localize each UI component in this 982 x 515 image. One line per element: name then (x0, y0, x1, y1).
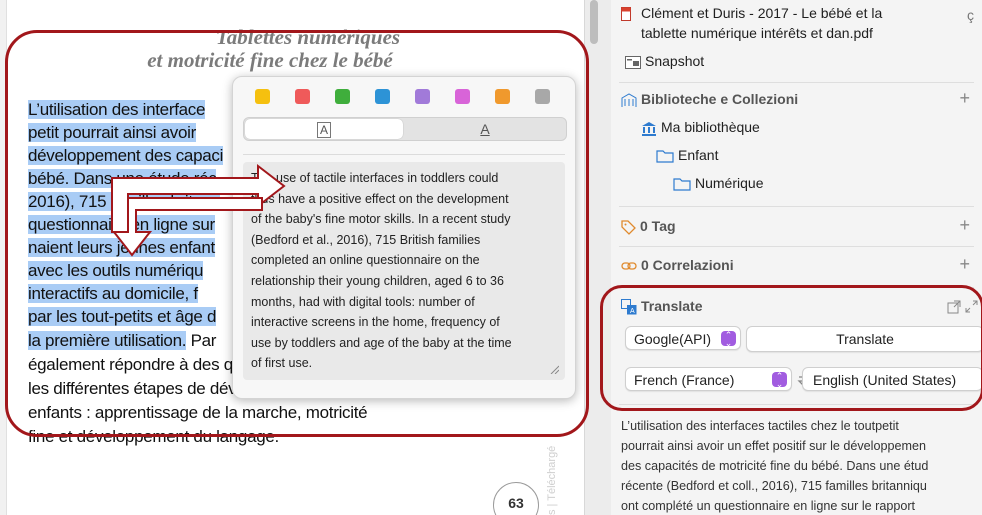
section-separator (619, 82, 974, 83)
library-item[interactable]: Ma bibliothèque (641, 119, 760, 136)
section-separator (619, 246, 974, 247)
snapshot-icon (625, 55, 641, 69)
snapshot-item[interactable]: Snapshot (625, 53, 704, 69)
pdf-attachment-name-line1: Clément et Duris - 2017 - Le bébé et la (641, 5, 883, 21)
pdf-file-icon (621, 7, 631, 21)
result-line: récente (Bedford et coll., 2016), 715 fa… (621, 479, 927, 493)
add-collection-button[interactable]: + (959, 88, 970, 109)
link-icon (621, 262, 637, 270)
collection-item-numerique[interactable]: Numérique (673, 175, 763, 191)
scrollbar-thumb[interactable] (590, 0, 598, 44)
library-icon (642, 121, 656, 136)
result-line: des capacités de motricité fine du bébé.… (621, 459, 929, 473)
translate-result-text: L’utilisation des interfaces tactiles ch… (621, 416, 982, 515)
tag-icon (621, 220, 636, 235)
pdf-attachment[interactable]: Clément et Duris - 2017 - Le bébé et la (621, 5, 883, 21)
collections-icon (621, 93, 637, 107)
result-line: ont complété un questionnaire en ligne s… (621, 499, 916, 513)
collections-header[interactable]: Biblioteche e Collezioni (621, 91, 798, 108)
collection-item-enfant[interactable]: Enfant (656, 147, 718, 163)
add-related-button[interactable]: + (959, 254, 970, 275)
library-label: Ma bibliothèque (661, 119, 760, 135)
annotation-frame-right (600, 285, 982, 411)
page-number: 63 (493, 482, 539, 515)
collections-title: Biblioteche e Collezioni (641, 91, 799, 107)
folder-icon (673, 178, 691, 191)
result-line: L’utilisation des interfaces tactiles ch… (621, 419, 899, 433)
pdf-attachment-name-line2: tablette numérique intérêts et dan.pdf (641, 25, 873, 41)
attachment-link-icon[interactable]: ç (967, 7, 974, 23)
folder-icon (656, 150, 674, 163)
related-title: 0 Correlazioni (641, 257, 734, 273)
collection-label-numerique: Numérique (695, 175, 764, 191)
annotation-frame-left (5, 30, 589, 437)
tags-header[interactable]: 0 Tag (621, 218, 676, 235)
add-tag-button[interactable]: + (959, 215, 970, 236)
result-line: pourrait ainsi avoir un effet positif su… (621, 439, 926, 453)
item-pane: Clément et Duris - 2017 - Le bébé et la … (611, 0, 982, 515)
section-separator (619, 206, 974, 207)
tags-title: 0 Tag (640, 218, 676, 234)
related-header[interactable]: 0 Correlazioni (621, 257, 734, 273)
snapshot-label: Snapshot (645, 53, 705, 69)
collection-label-enfant: Enfant (678, 147, 719, 163)
